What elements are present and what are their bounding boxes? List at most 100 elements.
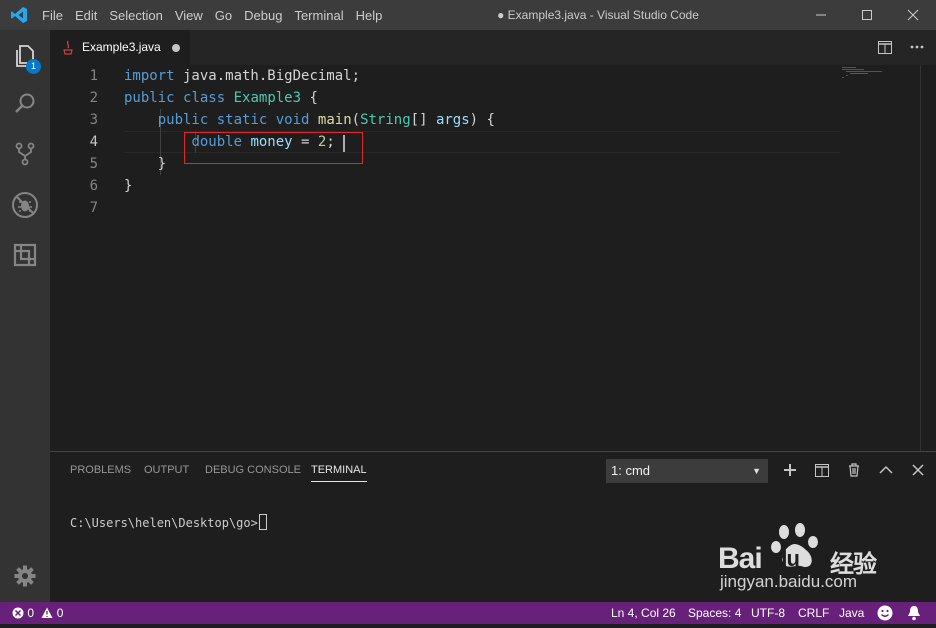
code-token: public — [124, 90, 175, 106]
menu-selection[interactable]: Selection — [109, 8, 162, 23]
activity-explorer[interactable]: 1 — [0, 32, 50, 80]
close-window-button[interactable] — [890, 0, 936, 30]
tab-label: Example3.java — [82, 40, 161, 54]
minimap[interactable] — [840, 65, 920, 85]
status-bar: 0 0 Ln 4, Col 26 Spaces: 4 UTF-8 CRLF Ja… — [0, 602, 936, 624]
activity-source-control[interactable] — [0, 130, 50, 178]
minimize-icon — [816, 14, 826, 16]
bottom-panel: PROBLEMS OUTPUT DEBUG CONSOLE TERMINAL 1… — [50, 451, 936, 603]
java-file-icon — [63, 40, 73, 55]
line-number: 6 — [89, 178, 98, 194]
code-text: public class Example3 { — [124, 87, 318, 109]
maximize-panel-button[interactable] — [876, 460, 896, 480]
tab-debug-console[interactable]: DEBUG CONSOLE — [205, 452, 301, 488]
split-icon — [815, 463, 829, 477]
unsaved-dot-icon[interactable] — [172, 44, 180, 52]
feedback-button[interactable] — [877, 605, 893, 628]
gear-icon — [14, 565, 36, 587]
explorer-badge: 1 — [26, 59, 41, 74]
terminal-select-value: 1: cmd — [611, 463, 651, 478]
code-token: ( — [351, 112, 361, 128]
more-actions-icon[interactable] — [910, 45, 924, 49]
code-token: { — [301, 90, 318, 106]
activity-search[interactable] — [0, 80, 50, 128]
menu-bar: File Edit Selection View Go Debug Termin… — [42, 0, 394, 30]
code-token: [] — [410, 112, 436, 128]
menu-edit[interactable]: Edit — [75, 8, 97, 23]
menu-terminal[interactable]: Terminal — [294, 8, 343, 23]
window-title: ● Example3.java - Visual Studio Code — [497, 8, 699, 22]
editor-scrollbar[interactable] — [920, 65, 921, 451]
chevron-down-icon: ▼ — [752, 466, 761, 476]
editor-tab-bar: Example3.java — [50, 30, 936, 65]
line-number: 7 — [89, 200, 98, 216]
tab-example3-java[interactable]: Example3.java — [50, 30, 190, 65]
activity-debug[interactable] — [0, 181, 50, 229]
code-text: import java.math.BigDecimal; — [124, 65, 360, 87]
tab-output[interactable]: OUTPUT — [144, 452, 189, 488]
text-cursor — [343, 135, 345, 152]
code-token: static — [216, 112, 268, 128]
code-token: import — [124, 68, 175, 84]
line-number: 3 — [89, 112, 98, 128]
kill-terminal-button[interactable] — [844, 460, 864, 480]
terminal-select[interactable]: 1: cmd ▼ — [606, 459, 768, 483]
new-terminal-button[interactable] — [780, 460, 800, 480]
terminal-prompt: C:\Users\helen\Desktop\go> — [70, 516, 258, 530]
activity-extensions[interactable] — [0, 231, 50, 279]
warning-icon — [41, 607, 53, 618]
title-bar: File Edit Selection View Go Debug Termin… — [0, 0, 936, 30]
code-text: } — [124, 175, 132, 197]
code-token: Example3 — [233, 90, 302, 106]
code-token: } — [124, 178, 133, 194]
split-editor-icon[interactable] — [878, 41, 892, 54]
warning-count: 0 — [56, 606, 64, 620]
close-panel-button[interactable] — [908, 460, 928, 480]
code-token: public — [157, 112, 209, 128]
code-token: main — [317, 112, 352, 128]
maximize-button[interactable] — [844, 0, 890, 30]
minimize-button[interactable] — [798, 0, 844, 30]
terminal-output[interactable]: C:\Users\helen\Desktop\go> — [70, 514, 267, 530]
cursor-position[interactable]: Ln 4, Col 26 — [611, 602, 676, 624]
menu-go[interactable]: Go — [215, 8, 232, 23]
menu-view[interactable]: View — [175, 8, 203, 23]
tab-terminal[interactable]: TERMINAL — [311, 452, 367, 488]
language-mode[interactable]: Java — [839, 602, 864, 624]
line-number: 4 — [89, 134, 98, 150]
eol-status[interactable]: CRLF — [798, 602, 829, 624]
chevron-up-icon — [879, 465, 893, 474]
extensions-icon — [13, 243, 37, 267]
search-icon — [15, 93, 35, 113]
code-text: } — [124, 153, 166, 175]
split-terminal-button[interactable] — [812, 460, 832, 480]
error-icon — [12, 607, 24, 619]
plus-icon — [784, 464, 796, 476]
menu-help[interactable]: Help — [356, 8, 383, 23]
notifications-button[interactable] — [907, 605, 921, 628]
tab-problems[interactable]: PROBLEMS — [70, 452, 131, 488]
code-text: public static void main(String[] args) { — [124, 109, 495, 131]
menu-debug[interactable]: Debug — [244, 8, 282, 23]
encoding-status[interactable]: UTF-8 — [751, 602, 785, 624]
indentation-status[interactable]: Spaces: 4 — [688, 602, 741, 624]
activity-manage[interactable] — [0, 552, 50, 600]
annotation-highlight-box — [184, 132, 363, 164]
line-number: 5 — [89, 156, 98, 172]
menu-file[interactable]: File — [42, 8, 63, 23]
close-icon — [912, 464, 924, 476]
problems-status[interactable]: 0 0 — [12, 602, 63, 624]
code-token: void — [275, 112, 310, 128]
activity-bar: 1 — [0, 30, 50, 602]
code-editor[interactable]: 1 import java.math.BigDecimal; 2 public cla… — [50, 65, 936, 451]
code-token: String — [360, 112, 411, 128]
code-token: ) { — [469, 112, 495, 128]
error-count: 0 — [27, 606, 35, 620]
debug-icon — [12, 192, 38, 218]
